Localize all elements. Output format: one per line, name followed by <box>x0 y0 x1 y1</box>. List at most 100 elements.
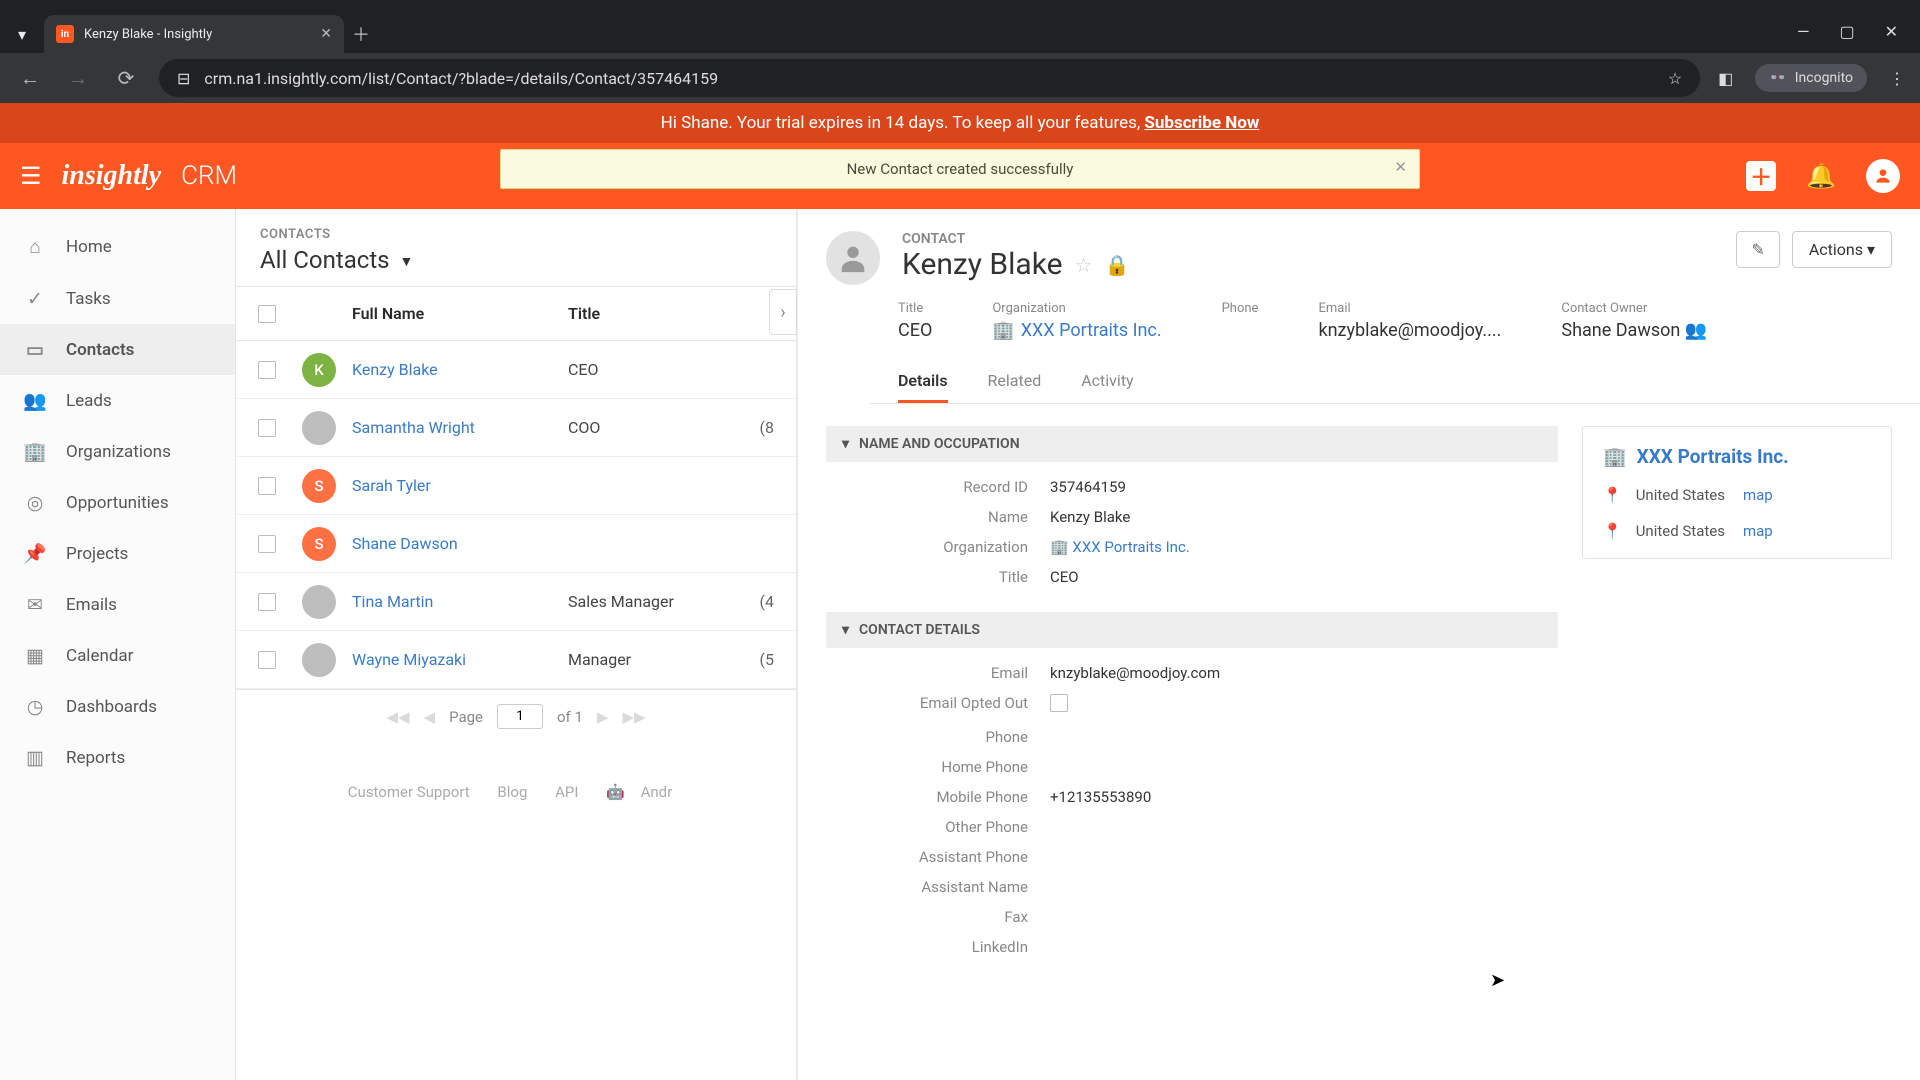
row-checkbox[interactable] <box>258 593 276 611</box>
table-row[interactable]: Tina MartinSales Manager (4 <box>236 573 796 631</box>
opportunities-icon: ◎ <box>22 491 48 514</box>
table-row[interactable]: Wayne MiyazakiManager (5 <box>236 631 796 689</box>
page-input[interactable] <box>497 704 543 729</box>
reload-icon[interactable]: ⟳ <box>111 66 141 90</box>
browser-tab[interactable]: in Kenzy Blake - Insightly ✕ <box>44 15 344 53</box>
row-checkbox[interactable] <box>258 651 276 669</box>
contact-avatar-icon <box>302 411 336 445</box>
org-side-card: 🏢XXX Portraits Inc. 📍United Statesmap 📍U… <box>1582 426 1892 559</box>
edit-button[interactable]: ✎ <box>1736 231 1779 268</box>
sidebar-item-contacts[interactable]: ▭Contacts <box>0 324 235 375</box>
browser-tabstrip: ▾ in Kenzy Blake - Insightly ✕ ＋ — ▢ ✕ <box>0 0 1920 53</box>
row-checkbox[interactable] <box>258 419 276 437</box>
back-icon[interactable]: ← <box>15 66 45 91</box>
sidebar-item-opportunities[interactable]: ◎Opportunities <box>0 477 235 528</box>
expand-panel-icon[interactable]: › <box>769 289 797 335</box>
contact-link[interactable]: Shane Dawson <box>352 534 568 553</box>
organizations-icon: 🏢 <box>22 440 48 463</box>
hamburger-icon[interactable]: ☰ <box>20 162 42 190</box>
sidebar-item-projects[interactable]: 📌Projects <box>0 528 235 579</box>
tab-activity[interactable]: Activity <box>1081 361 1133 403</box>
summary-row: TitleCEO Organization🏢XXX Portraits Inc.… <box>798 285 1920 361</box>
bookmark-star-icon[interactable]: ☆ <box>1668 69 1682 88</box>
close-icon[interactable]: ✕ <box>320 26 332 42</box>
row-checkbox[interactable] <box>258 361 276 379</box>
sidebar-item-dashboards[interactable]: ◷Dashboards <box>0 681 235 732</box>
people-icon: 👥 <box>1685 320 1707 341</box>
phone-link[interactable]: +12135553890 <box>1050 788 1151 806</box>
sidebar-item-tasks[interactable]: ✓Tasks <box>0 273 235 324</box>
sidebar-item-emails[interactable]: ✉Emails <box>0 579 235 630</box>
site-settings-icon[interactable]: ⊟ <box>177 69 190 88</box>
footer-blog[interactable]: Blog <box>497 783 527 801</box>
sidebar-item-leads[interactable]: 👥Leads <box>0 375 235 426</box>
menu-icon[interactable]: ⋮ <box>1889 69 1905 88</box>
contact-link[interactable]: Tina Martin <box>352 592 568 611</box>
contact-avatar-icon <box>302 585 336 619</box>
contact-link[interactable]: Wayne Miyazaki <box>352 650 568 669</box>
subscribe-link[interactable]: Subscribe Now <box>1144 113 1259 133</box>
footer-api[interactable]: API <box>555 783 578 801</box>
table-row[interactable]: Samantha WrightCOO (8 <box>236 399 796 457</box>
sidebar-item-home[interactable]: ⌂Home <box>0 221 235 273</box>
close-window-icon[interactable]: ✕ <box>1885 22 1898 41</box>
user-avatar-icon[interactable] <box>1866 159 1900 193</box>
incognito-badge[interactable]: 👓 Incognito <box>1755 64 1867 92</box>
col-header-name[interactable]: Full Name <box>352 304 568 323</box>
sidebar-item-organizations[interactable]: 🏢Organizations <box>0 426 235 477</box>
contact-link[interactable]: Kenzy Blake <box>352 360 568 379</box>
lock-icon[interactable]: 🔒 <box>1105 253 1130 277</box>
page-first-icon[interactable]: ◀◀ <box>386 708 409 726</box>
section-name[interactable]: ▾NAME AND OCCUPATION <box>826 426 1558 462</box>
section-contact[interactable]: ▾CONTACT DETAILS <box>826 612 1558 648</box>
table-row[interactable]: S Sarah Tyler <box>236 457 796 515</box>
minimize-icon[interactable]: — <box>1797 22 1810 41</box>
col-header-title[interactable]: Title <box>568 304 774 323</box>
row-checkbox[interactable] <box>258 535 276 553</box>
address-bar[interactable]: ⊟ crm.na1.insightly.com/list/Contact/?bl… <box>159 59 1700 97</box>
page-next-icon[interactable]: ▶ <box>597 708 609 726</box>
chevron-down-icon: ▾ <box>842 436 849 452</box>
actions-dropdown[interactable]: Actions ▾ <box>1792 231 1892 268</box>
select-all-checkbox[interactable] <box>258 305 276 323</box>
contact-avatar[interactable] <box>826 231 880 285</box>
page-last-icon[interactable]: ▶▶ <box>622 708 645 726</box>
org-link[interactable]: XXX Portraits Inc. <box>1021 320 1162 341</box>
sidebar-item-reports[interactable]: ▥Reports <box>0 732 235 783</box>
page-prev-icon[interactable]: ◀ <box>424 708 436 726</box>
sidebar-item-calendar[interactable]: ▦Calendar <box>0 630 235 681</box>
contact-avatar-icon: S <box>302 469 336 503</box>
tab-details[interactable]: Details <box>898 361 948 403</box>
map-link[interactable]: map <box>1743 522 1773 540</box>
footer-android[interactable]: 🤖 Andr <box>606 783 684 801</box>
footer-links: Customer Support Blog API 🤖 Andr <box>236 743 796 841</box>
table-row[interactable]: SShane Dawson <box>236 515 796 573</box>
contact-link[interactable]: Samantha Wright <box>352 418 568 437</box>
contact-link[interactable]: Sarah Tyler <box>352 476 568 495</box>
opted-out-checkbox[interactable] <box>1050 694 1068 712</box>
notifications-icon[interactable]: 🔔 <box>1806 162 1836 190</box>
star-icon[interactable]: ☆ <box>1075 253 1093 277</box>
org-link[interactable]: XXX Portraits Inc. <box>1072 538 1189 556</box>
panel-icon[interactable]: ◧ <box>1718 69 1733 88</box>
org-card-link[interactable]: 🏢XXX Portraits Inc. <box>1603 445 1871 468</box>
browser-toolbar: ← → ⟳ ⊟ crm.na1.insightly.com/list/Conta… <box>0 53 1920 103</box>
brand-logo[interactable]: insightly <box>62 160 162 192</box>
owner-link[interactable]: Shane Dawson 👥 <box>1561 320 1707 341</box>
footer-support[interactable]: Customer Support <box>348 783 470 801</box>
email-link[interactable]: knzyblake@moodjoy.com <box>1050 664 1220 682</box>
tab-search-dropdown[interactable]: ▾ <box>0 15 44 53</box>
list-view-dropdown[interactable]: All Contacts ▼ <box>260 246 772 274</box>
map-link[interactable]: map <box>1743 486 1773 504</box>
window-controls: — ▢ ✕ <box>1797 22 1920 53</box>
url-text: crm.na1.insightly.com/list/Contact/?blad… <box>204 69 718 88</box>
tab-related[interactable]: Related <box>988 361 1042 403</box>
add-button[interactable]: ＋ <box>1746 161 1776 191</box>
maximize-icon[interactable]: ▢ <box>1839 22 1854 41</box>
email-link[interactable]: knzyblake@moodjoy.... <box>1318 320 1501 341</box>
row-checkbox[interactable] <box>258 477 276 495</box>
list-label: CONTACTS <box>260 227 772 242</box>
new-tab-button[interactable]: ＋ <box>344 15 378 53</box>
toast-close-icon[interactable]: ✕ <box>1394 158 1407 176</box>
table-row[interactable]: KKenzy BlakeCEO <box>236 341 796 399</box>
